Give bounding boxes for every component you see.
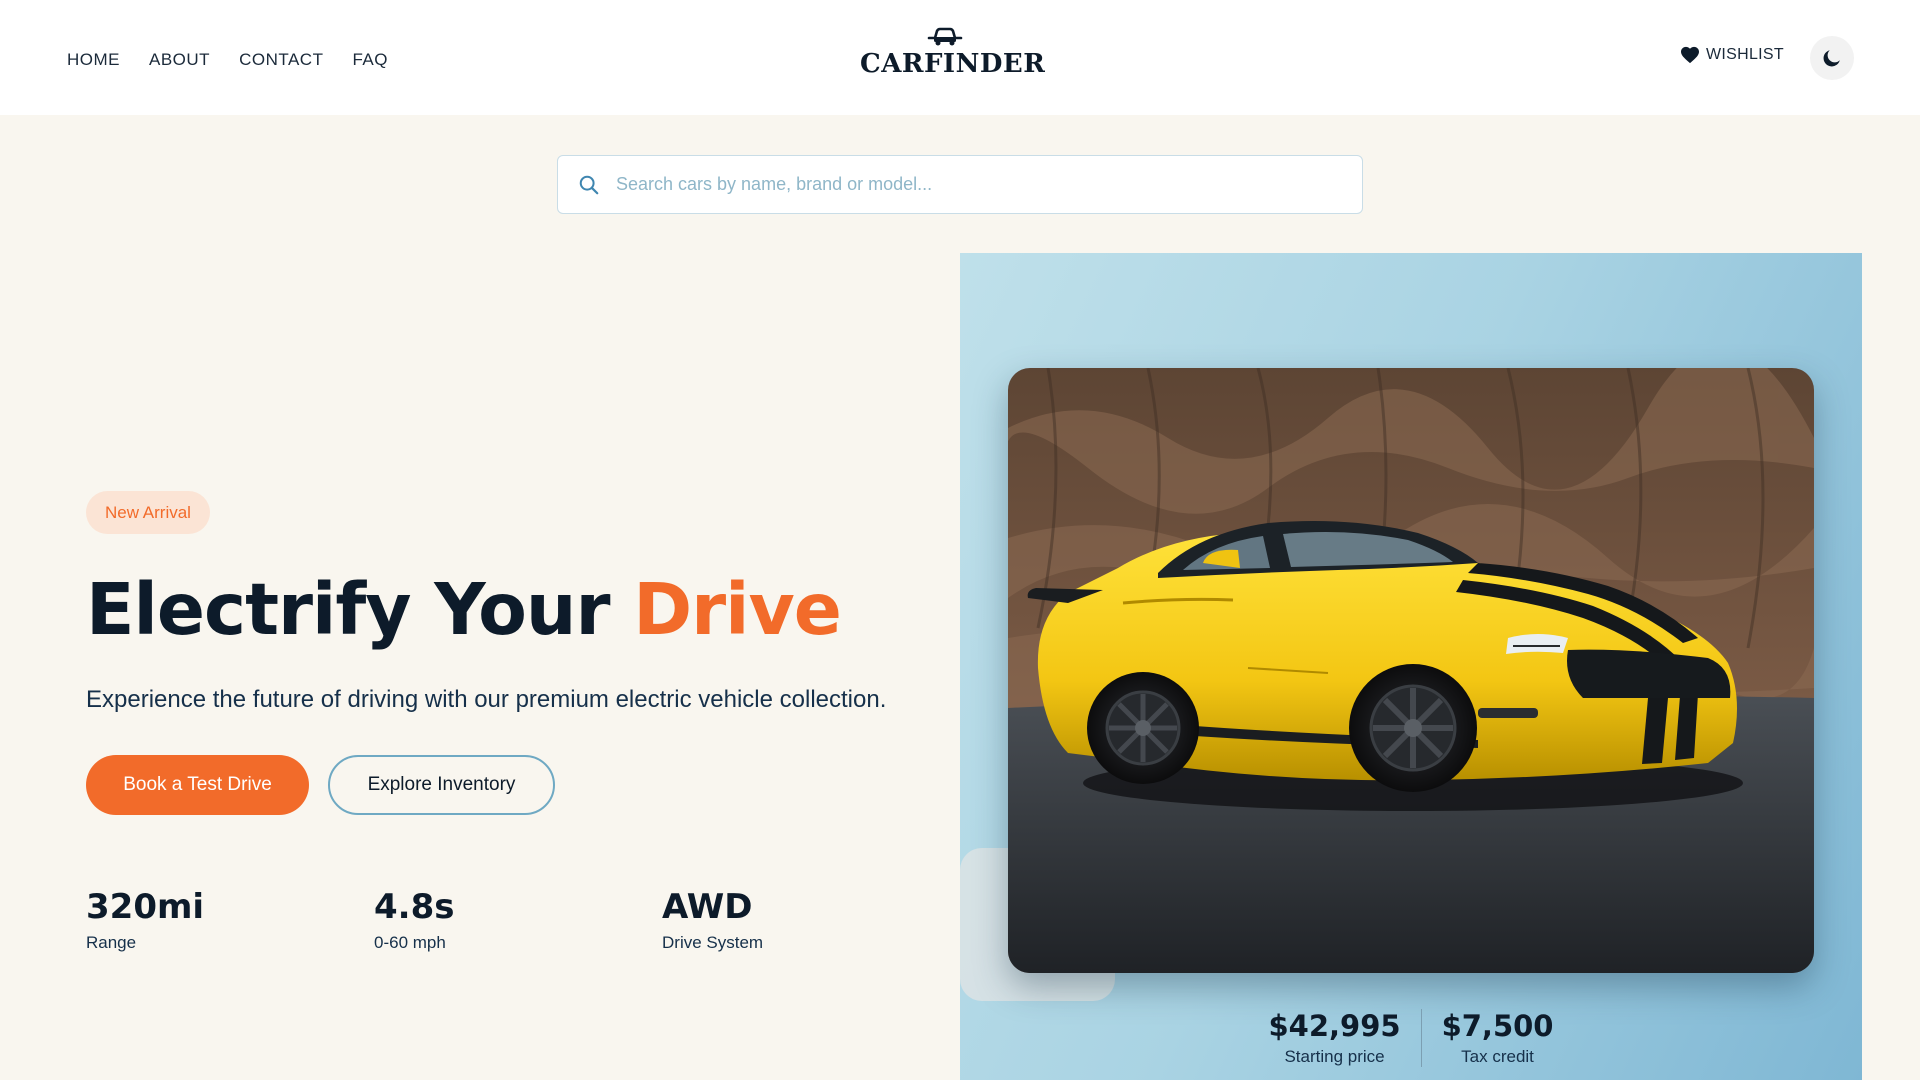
stat-label: 0-60 mph — [374, 933, 446, 952]
nav-faq-link[interactable]: FAQ — [352, 50, 388, 70]
explore-inventory-button[interactable]: Explore Inventory — [328, 755, 555, 815]
stat-label: Range — [86, 933, 137, 952]
nav-contact-link[interactable]: CONTACT — [239, 50, 323, 70]
price-label: Starting price — [1284, 1047, 1385, 1066]
tax-credit: $7,500 Tax credit — [1420, 1009, 1574, 1067]
car-showcase: $42,995 Starting price $7,500 Tax credit — [960, 253, 1862, 1080]
wishlist-label: WISHLIST — [1706, 46, 1784, 63]
brand-logo[interactable]: CARFINDER — [860, 26, 1046, 79]
search-bar — [557, 155, 1363, 214]
price-value: $42,995 — [1268, 1009, 1401, 1043]
price-summary: $42,995 Starting price $7,500 Tax credit — [960, 1009, 1862, 1067]
wishlist-link[interactable]: WISHLIST — [1680, 46, 1784, 64]
nav-about-link[interactable]: ABOUT — [149, 50, 210, 70]
price-label: Tax credit — [1461, 1047, 1534, 1066]
stat-value: 4.8s — [374, 887, 455, 927]
vehicle-stats: 320mi Range 4.8s 0-60 mph AWD Drive Syst… — [86, 887, 950, 953]
moon-icon — [1823, 50, 1840, 67]
main-nav: HOME ABOUT CONTACT FAQ — [67, 50, 388, 70]
price-value: $7,500 — [1441, 1009, 1554, 1043]
search-input[interactable] — [616, 174, 1362, 195]
heart-icon — [1681, 46, 1699, 64]
stat-value: 320mi — [86, 887, 205, 927]
car-icon — [927, 27, 963, 46]
stat-drive-system: AWD Drive System — [662, 887, 950, 953]
hero-title: Electrify Your Drive — [86, 568, 842, 651]
stat-acceleration: 4.8s 0-60 mph — [374, 887, 662, 953]
hero-title-main: Electrify Your — [86, 568, 610, 651]
stat-value: AWD — [662, 887, 753, 927]
featured-car-image — [1008, 368, 1814, 973]
yellow-sports-car-illustration — [1008, 368, 1814, 973]
site-header: HOME ABOUT CONTACT FAQ CARFINDER WISHLIS… — [0, 0, 1920, 115]
stat-range: 320mi Range — [86, 887, 374, 953]
new-arrival-badge: New Arrival — [86, 491, 210, 534]
book-test-drive-button[interactable]: Book a Test Drive — [86, 755, 309, 815]
stat-label: Drive System — [662, 933, 764, 952]
hero-subtitle: Experience the future of driving with ou… — [86, 686, 887, 713]
starting-price: $42,995 Starting price — [1248, 1009, 1420, 1067]
brand-name: CARFINDER — [860, 49, 1046, 79]
search-icon[interactable] — [578, 174, 600, 196]
hero-title-accent: Drive — [633, 568, 842, 651]
nav-home-link[interactable]: HOME — [67, 50, 120, 70]
theme-toggle-button[interactable] — [1810, 36, 1854, 80]
